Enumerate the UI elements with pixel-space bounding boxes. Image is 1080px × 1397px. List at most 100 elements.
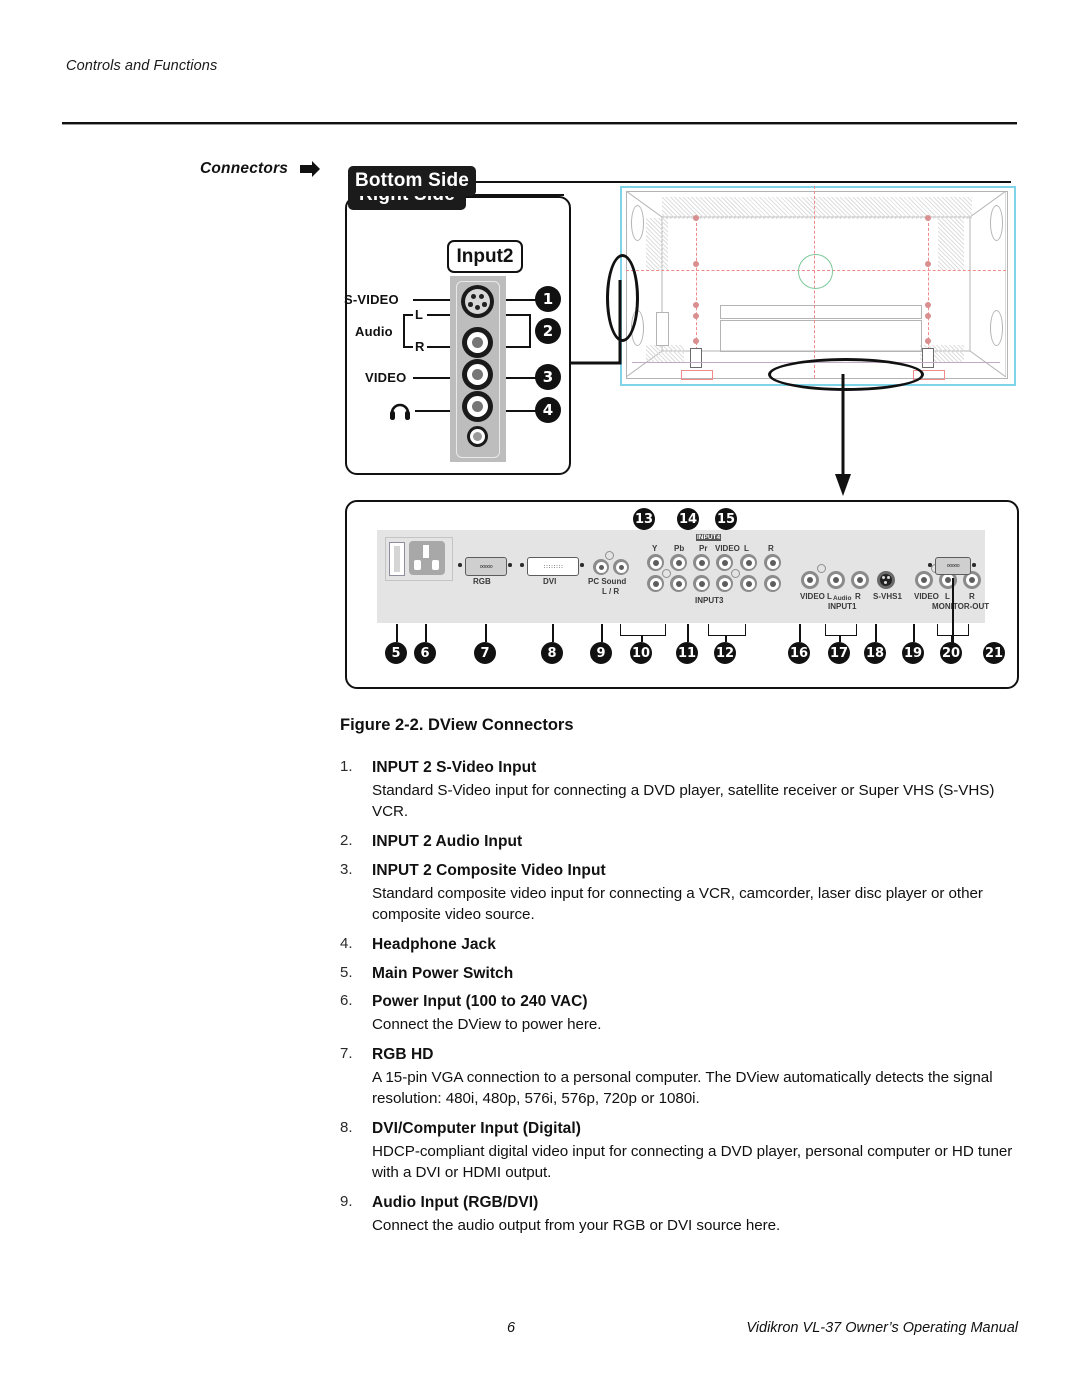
footer-manual-title: Vidikron VL-37 Owner’s Operating Manual: [746, 1320, 1018, 1336]
list-item-number: 4.: [340, 934, 353, 952]
rs232-screw-right: [972, 563, 976, 567]
list-item: 7. RGB HD A 15-pin VGA connection to a p…: [340, 1045, 1022, 1110]
list-item: 5. Main Power Switch: [340, 964, 1022, 984]
label-audio-l: L: [415, 307, 424, 322]
jack-headphone: [467, 426, 488, 447]
jack-in4-video: [716, 554, 733, 571]
header-divider: [62, 122, 1017, 125]
plate-label-mon-r: R: [969, 592, 975, 601]
input2-jack-strip: [450, 276, 506, 462]
list-item-number: 5.: [340, 963, 353, 981]
list-item-title: Main Power Switch: [372, 964, 514, 982]
rgb-screw-left: [458, 563, 462, 567]
callout-6: 6: [414, 642, 436, 664]
list-item: 2. INPUT 2 Audio Input: [340, 832, 1022, 852]
plate-label-pc-sound-lr: L / R: [602, 587, 620, 596]
list-item: 4. Headphone Jack: [340, 935, 1022, 955]
leader-6: [425, 624, 427, 642]
jack-s-vhs1: [877, 571, 895, 589]
arrow-right-icon: [300, 161, 320, 177]
list-item-desc: Standard S-Video input for connecting a …: [372, 781, 995, 821]
jack-in3-pr: [693, 575, 710, 592]
in3-ground-icon-a: [662, 569, 671, 578]
jack-in3-r: [764, 575, 781, 592]
callout-9: 9: [590, 642, 612, 664]
plate-label-audio-l1: L: [827, 592, 832, 601]
section-label: Connectors: [200, 160, 289, 177]
leader-21: [952, 578, 954, 644]
list-item-title: DVI/Computer Input (Digital): [372, 1119, 581, 1137]
plate-label-pr: Pr: [699, 544, 708, 553]
plate-label-svhs1: S-VHS1: [873, 592, 902, 601]
leader-16: [799, 624, 801, 642]
dvi-screw-left: [520, 563, 524, 567]
figure-caption: Figure 2-2. DView Connectors: [340, 716, 574, 734]
jack-audio-l: [462, 327, 493, 358]
jack-in3-l: [740, 575, 757, 592]
list-item-title: Headphone Jack: [372, 935, 496, 953]
plate-label-monitor-out: MONITOR-OUT: [932, 602, 990, 611]
plate-label-l-in4: L: [744, 544, 749, 553]
jack-in3-y: [647, 575, 664, 592]
bottom-side-tab-rule: [476, 181, 1011, 183]
jack-in1-audio-l: [827, 571, 845, 589]
jack-monitor-video: [915, 571, 933, 589]
jack-in1-audio-r: [851, 571, 869, 589]
list-item-title: RGB HD: [372, 1045, 434, 1063]
label-audio: Audio: [355, 324, 393, 339]
list-item-desc: Standard composite video input for conne…: [372, 884, 983, 924]
leader-18: [875, 624, 877, 642]
running-head: Controls and Functions: [66, 58, 218, 74]
jack-in4-l: [740, 554, 757, 571]
list-item-title: INPUT 2 S-Video Input: [372, 759, 537, 776]
list-item-number: 8.: [340, 1118, 353, 1136]
callout-4: 4: [535, 397, 561, 423]
audio-bracket-vertical: [403, 314, 405, 348]
list-item: 3. INPUT 2 Composite Video Input Standar…: [340, 861, 1022, 926]
in3-ground-icon-b: [731, 569, 740, 578]
list-item: 6. Power Input (100 to 240 VAC) Connect …: [340, 992, 1022, 1035]
jack-audio-r: [462, 359, 493, 390]
leader-8: [552, 624, 554, 642]
callout-12: 12: [714, 642, 736, 664]
jack-in4-y: [647, 554, 664, 571]
connector-rgb-hd: ooooo: [465, 557, 507, 576]
jack-in3-pb: [670, 575, 687, 592]
audio-out-vertical: [529, 314, 531, 348]
jack-in1-video: [801, 571, 819, 589]
list-item-number: 1.: [340, 758, 353, 775]
headphone-icon: [390, 403, 410, 420]
leader-9: [601, 624, 603, 642]
bracket-17: [825, 624, 857, 636]
list-item-number: 9.: [340, 1192, 353, 1210]
callout-7: 7: [474, 642, 496, 664]
leader-19: [913, 624, 915, 642]
plate-label-y: Y: [652, 544, 658, 553]
callout-21: 21: [983, 642, 1005, 664]
plate-label-input4: INPUT4: [696, 534, 722, 541]
callout-3: 3: [535, 364, 561, 390]
list-item: 1. INPUT 2 S-Video Input Standard S-Vide…: [340, 758, 1022, 823]
plate-label-input1: INPUT1: [828, 602, 857, 611]
callout-1: 1: [535, 286, 561, 312]
list-item-desc: A 15-pin VGA connection to a personal co…: [372, 1068, 993, 1108]
jack-in4-pr: [693, 554, 710, 571]
callout-8: 8: [541, 642, 563, 664]
input2-badge: Input2: [447, 240, 523, 273]
jack-in4-pb: [670, 554, 687, 571]
plate-label-input3: INPUT3: [695, 596, 724, 605]
jack-in3-video: [716, 575, 733, 592]
leader-7: [485, 624, 487, 642]
callout-5: 5: [385, 642, 407, 664]
bracket-10: [620, 624, 666, 636]
connector-rs232: ooooo: [935, 557, 971, 575]
leader-17: [839, 635, 841, 642]
callout-18: 18: [864, 642, 886, 664]
list-item: 8. DVI/Computer Input (Digital) HDCP-com…: [340, 1119, 1022, 1184]
bottom-connector-plate: ooooo RGB :::::::: DVI PC Sound L / R IN…: [377, 530, 989, 623]
callout-11: 11: [676, 642, 698, 664]
audio-bracket-top: [403, 314, 413, 316]
list-item-title: Power Input (100 to 240 VAC): [372, 993, 588, 1011]
callout-20: 20: [940, 642, 962, 664]
list-item-number: 3.: [340, 860, 353, 878]
